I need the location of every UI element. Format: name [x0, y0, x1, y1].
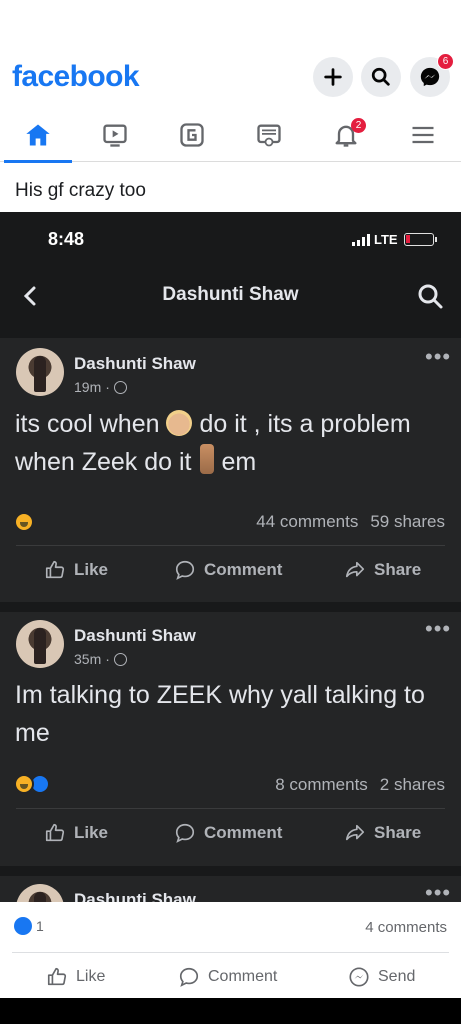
battery-icon — [403, 233, 437, 246]
system-bar — [0, 998, 461, 1024]
nav-title: Dashunti Shaw — [162, 284, 299, 305]
haha-reaction-icon — [14, 512, 34, 532]
signal-icon — [352, 233, 370, 246]
comment-button[interactable]: Comment — [174, 550, 282, 590]
thumbs-up-icon — [45, 823, 65, 842]
marketplace-icon — [257, 124, 281, 147]
post-counts: 8 comments 2 shares — [275, 775, 445, 795]
post-text: Im talking to ZEEK why yall talking to m… — [15, 681, 425, 747]
post-actions: Like Comment Share — [0, 813, 461, 853]
avatar[interactable] — [16, 884, 64, 902]
tab-watch[interactable] — [77, 108, 153, 162]
thumbs-up-icon — [47, 967, 67, 986]
share-icon — [345, 824, 365, 841]
divider — [16, 545, 445, 546]
man-face-emoji-icon — [166, 410, 193, 436]
post-text: its cool when do it , its a problem when… — [15, 410, 411, 476]
top-header: facebook 6 — [0, 0, 461, 104]
tab-menu[interactable] — [385, 108, 461, 162]
create-button[interactable] — [313, 57, 353, 97]
globe-icon — [113, 652, 127, 666]
search-icon — [371, 67, 390, 86]
post-author[interactable]: Dashunti Shaw — [74, 354, 196, 374]
more-options-icon[interactable]: ••• — [425, 346, 451, 368]
thumbs-up-icon — [45, 560, 65, 579]
post-author[interactable]: Dashunti Shaw — [74, 890, 196, 902]
send-button[interactable]: Send — [348, 966, 415, 988]
reactions-summary[interactable] — [14, 512, 34, 532]
separator — [0, 602, 461, 612]
avatar[interactable] — [16, 348, 64, 396]
messenger-icon — [349, 967, 369, 987]
search-icon[interactable] — [416, 282, 444, 310]
like-button[interactable]: Like — [46, 966, 105, 988]
post-card: Dashunti Shaw 19m · ••• its cool when do … — [0, 338, 461, 602]
comment-icon — [175, 823, 195, 843]
shares-count[interactable]: 59 shares — [370, 512, 445, 532]
search-button[interactable] — [361, 57, 401, 97]
like-button[interactable]: Like — [44, 813, 108, 853]
post-author[interactable]: Dashunti Shaw — [74, 626, 196, 646]
divider — [12, 952, 449, 953]
more-options-icon[interactable]: ••• — [425, 882, 451, 903]
post-meta: 35m · — [74, 651, 127, 667]
video-icon — [103, 124, 127, 147]
comment-icon — [179, 967, 199, 987]
messenger-icon — [420, 67, 440, 87]
messenger-badge: 6 — [437, 53, 454, 70]
like-reaction-icon — [14, 917, 32, 935]
tab-notifications[interactable]: 2 — [308, 108, 384, 162]
middle-finger-emoji-icon — [199, 444, 214, 474]
status-bar: 8:48 LTE — [0, 212, 461, 264]
status-indicators: LTE — [352, 232, 437, 247]
comments-count[interactable]: 8 comments — [275, 775, 368, 795]
comments-count[interactable]: 44 comments — [256, 512, 358, 532]
embedded-screenshot: 8:48 LTE Dashunti Shaw Dashunti Shaw 19m… — [0, 212, 461, 902]
post-time: 19m — [74, 379, 102, 395]
post-card: Dashunti Shaw ••• — [0, 876, 461, 902]
haha-reaction-icon — [14, 774, 34, 794]
status-time: 8:48 — [48, 229, 85, 249]
reactions-summary[interactable] — [14, 774, 50, 794]
gaming-icon — [180, 123, 204, 147]
comment-button[interactable]: Comment — [178, 966, 277, 988]
post-caption: His gf crazy too — [15, 180, 146, 201]
share-button[interactable]: Share — [344, 550, 421, 590]
messenger-button[interactable]: 6 — [410, 53, 454, 97]
tab-gaming[interactable] — [154, 108, 230, 162]
post-footer: 1 4 comments Like Comment Send — [0, 902, 461, 998]
notifications-badge: 2 — [351, 118, 366, 133]
profile-nav: Dashunti Shaw — [0, 264, 461, 328]
network-label: LTE — [374, 232, 398, 247]
share-button[interactable]: Share — [344, 813, 421, 853]
home-icon — [26, 124, 50, 146]
comment-button[interactable]: Comment — [174, 813, 282, 853]
plus-icon — [324, 68, 342, 86]
post-actions: Like Comment Share — [0, 550, 461, 590]
more-options-icon[interactable]: ••• — [425, 618, 451, 640]
hamburger-icon — [412, 126, 434, 144]
shares-count[interactable]: 2 shares — [380, 775, 445, 795]
comment-icon — [175, 560, 195, 580]
tab-bar: 2 — [0, 108, 461, 163]
tab-home[interactable] — [0, 108, 76, 163]
tab-marketplace[interactable] — [231, 108, 307, 162]
share-icon — [345, 561, 365, 578]
divider — [16, 808, 445, 809]
comments-count[interactable]: 4 comments — [365, 919, 447, 936]
like-button[interactable]: Like — [44, 550, 108, 590]
like-count[interactable]: 1 — [14, 917, 44, 935]
post-meta: 19m · — [74, 379, 127, 395]
post-time: 35m — [74, 651, 102, 667]
separator — [0, 866, 461, 876]
globe-icon — [113, 380, 127, 394]
post-counts: 44 comments 59 shares — [256, 512, 445, 532]
separator — [0, 328, 461, 338]
post-card: Dashunti Shaw 35m · ••• Im talking to ZEE… — [0, 612, 461, 866]
facebook-logo: facebook — [12, 60, 140, 93]
avatar[interactable] — [16, 620, 64, 668]
